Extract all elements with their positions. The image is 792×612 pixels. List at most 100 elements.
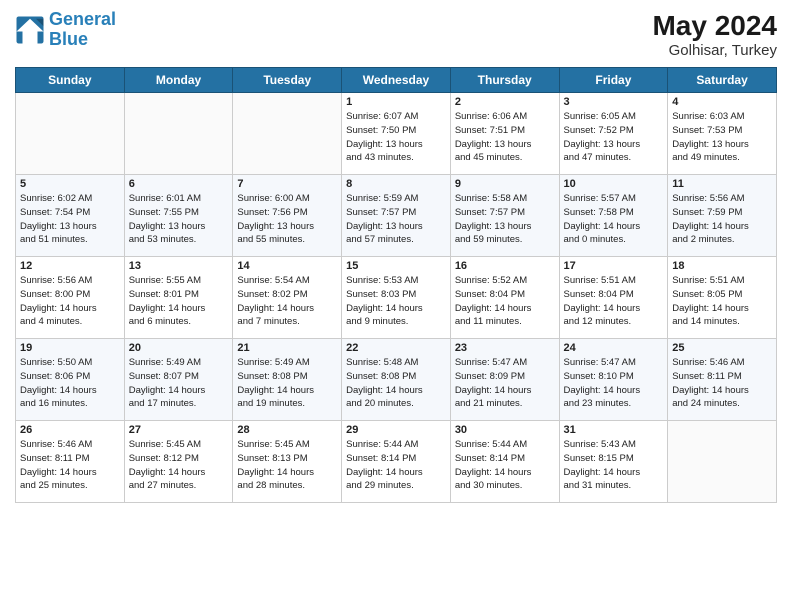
calendar-cell: 15Sunrise: 5:53 AMSunset: 8:03 PMDayligh… — [342, 257, 451, 339]
calendar-cell: 20Sunrise: 5:49 AMSunset: 8:07 PMDayligh… — [124, 339, 233, 421]
cell-line: Daylight: 14 hours — [346, 385, 423, 396]
calendar-cell: 31Sunrise: 5:43 AMSunset: 8:15 PMDayligh… — [559, 421, 668, 503]
calendar-cell: 12Sunrise: 5:56 AMSunset: 8:00 PMDayligh… — [16, 257, 125, 339]
cell-line: Sunset: 8:14 PM — [346, 453, 416, 464]
calendar-cell: 18 Sunrise: 5:51 AMSunset: 8:05 PMDayligh… — [668, 257, 777, 339]
day-number: 25 — [672, 342, 772, 354]
cell-line: Daylight: 14 hours — [237, 385, 314, 396]
day-number: 13 — [129, 260, 229, 272]
cell-line: Sunset: 7:57 PM — [346, 207, 416, 218]
cell-line: Daylight: 14 hours — [237, 303, 314, 314]
cell-line: Sunset: 7:54 PM — [20, 207, 90, 218]
calendar-cell: 29Sunrise: 5:44 AMSunset: 8:14 PMDayligh… — [342, 421, 451, 503]
calendar-cell: 16Sunrise: 5:52 AMSunset: 8:04 PMDayligh… — [450, 257, 559, 339]
cell-line: Sunset: 8:04 PM — [564, 289, 634, 300]
calendar-cell — [124, 93, 233, 175]
cell-content: Sunrise: 6:01 AMSunset: 7:55 PMDaylight:… — [129, 192, 229, 247]
cell-line: Daylight: 13 hours — [455, 139, 532, 150]
day-number: 2 — [455, 96, 555, 108]
day-number: 21 — [237, 342, 337, 354]
cell-line: and 30 minutes. — [455, 480, 523, 491]
calendar-cell: 11Sunrise: 5:56 AMSunset: 7:59 PMDayligh… — [668, 175, 777, 257]
cell-line: and 55 minutes. — [237, 234, 305, 245]
cell-content: Sunrise: 5:48 AMSunset: 8:08 PMDaylight:… — [346, 356, 446, 411]
cell-line: and 31 minutes. — [564, 480, 632, 491]
calendar-cell: 23 Sunrise: 5:47 AMSunset: 8:09 PMDayligh… — [450, 339, 559, 421]
cell-content: Sunrise: 6:00 AMSunset: 7:56 PMDaylight:… — [237, 192, 337, 247]
cell-line: Sunrise: 5:44 AM — [346, 439, 418, 450]
cell-line: Daylight: 14 hours — [20, 303, 97, 314]
day-number: 17 — [564, 260, 664, 272]
cell-line: Sunrise: 5:57 AM — [564, 193, 636, 204]
cell-line: and 11 minutes. — [455, 316, 522, 327]
cell-line: Daylight: 14 hours — [20, 467, 97, 478]
cell-content: Sunrise: 5:59 AMSunset: 7:57 PMDaylight:… — [346, 192, 446, 247]
calendar-cell: 10Sunrise: 5:57 AMSunset: 7:58 PMDayligh… — [559, 175, 668, 257]
cell-line: Sunrise: 5:58 AM — [455, 193, 527, 204]
cell-content: Sunrise: 6:03 AMSunset: 7:53 PMDaylight:… — [672, 110, 772, 165]
cell-content: Sunrise: 5:51 AMSunset: 8:05 PMDaylight:… — [672, 274, 772, 329]
cell-line: and 7 minutes. — [237, 316, 299, 327]
cell-line: Sunrise: 6:00 AM — [237, 193, 309, 204]
calendar-cell — [668, 421, 777, 503]
cell-line: Sunset: 8:07 PM — [129, 371, 199, 382]
calendar-cell: 22Sunrise: 5:48 AMSunset: 8:08 PMDayligh… — [342, 339, 451, 421]
cell-line: Sunset: 8:13 PM — [237, 453, 307, 464]
calendar-cell: 1Sunrise: 6:07 AMSunset: 7:50 PMDaylight… — [342, 93, 451, 175]
cell-content: Sunrise: 6:02 AMSunset: 7:54 PMDaylight:… — [20, 192, 120, 247]
month-year: May 2024 — [652, 10, 777, 42]
cell-line: Sunset: 8:00 PM — [20, 289, 90, 300]
day-number: 7 — [237, 178, 337, 190]
cell-line: Daylight: 14 hours — [20, 385, 97, 396]
calendar: SundayMondayTuesdayWednesdayThursdayFrid… — [15, 67, 777, 503]
cell-line: and 19 minutes. — [237, 398, 305, 409]
cell-line: Sunrise: 5:56 AM — [672, 193, 744, 204]
cell-content: Sunrise: 5:53 AMSunset: 8:03 PMDaylight:… — [346, 274, 446, 329]
calendar-cell — [16, 93, 125, 175]
day-number: 4 — [672, 96, 772, 108]
cell-line: Daylight: 13 hours — [564, 139, 641, 150]
weekday-header-saturday: Saturday — [668, 68, 777, 93]
cell-line: Daylight: 14 hours — [455, 385, 532, 396]
calendar-cell: 17Sunrise: 5:51 AMSunset: 8:04 PMDayligh… — [559, 257, 668, 339]
week-row-5: 26Sunrise: 5:46 AMSunset: 8:11 PMDayligh… — [16, 421, 777, 503]
cell-line: and 29 minutes. — [346, 480, 414, 491]
calendar-cell: 7 Sunrise: 6:00 AMSunset: 7:56 PMDaylight… — [233, 175, 342, 257]
cell-content: Sunrise: 5:47 AMSunset: 8:09 PMDaylight:… — [455, 356, 555, 411]
cell-line: Sunrise: 6:06 AM — [455, 111, 527, 122]
cell-line: Daylight: 13 hours — [346, 139, 423, 150]
cell-line: Sunrise: 5:49 AM — [237, 357, 309, 368]
cell-line: Sunrise: 5:50 AM — [20, 357, 92, 368]
calendar-cell: 28Sunrise: 5:45 AMSunset: 8:13 PMDayligh… — [233, 421, 342, 503]
calendar-cell: 25Sunrise: 5:46 AMSunset: 8:11 PMDayligh… — [668, 339, 777, 421]
cell-line: Sunset: 8:03 PM — [346, 289, 416, 300]
day-number: 5 — [20, 178, 120, 190]
cell-line: Sunset: 7:58 PM — [564, 207, 634, 218]
calendar-cell: 13 Sunrise: 5:55 AMSunset: 8:01 PMDayligh… — [124, 257, 233, 339]
cell-line: and 45 minutes. — [455, 152, 523, 163]
calendar-body: 1Sunrise: 6:07 AMSunset: 7:50 PMDaylight… — [16, 93, 777, 503]
cell-line: Sunrise: 5:48 AM — [346, 357, 418, 368]
cell-content: Sunrise: 5:56 AMSunset: 8:00 PMDaylight:… — [20, 274, 120, 329]
cell-content: Sunrise: 5:55 AMSunset: 8:01 PMDaylight:… — [129, 274, 229, 329]
cell-line: Daylight: 14 hours — [346, 467, 423, 478]
cell-content: Sunrise: 5:46 AMSunset: 8:11 PMDaylight:… — [20, 438, 120, 493]
day-number: 8 — [346, 178, 446, 190]
calendar-cell: 26Sunrise: 5:46 AMSunset: 8:11 PMDayligh… — [16, 421, 125, 503]
cell-line: Sunrise: 5:49 AM — [129, 357, 201, 368]
day-number: 23 — [455, 342, 555, 354]
day-number: 6 — [129, 178, 229, 190]
day-number: 20 — [129, 342, 229, 354]
cell-line: Sunrise: 5:52 AM — [455, 275, 527, 286]
cell-line: Daylight: 13 hours — [129, 221, 206, 232]
cell-line: and 47 minutes. — [564, 152, 632, 163]
cell-line: and 59 minutes. — [455, 234, 523, 245]
cell-line: Daylight: 13 hours — [672, 139, 749, 150]
day-number: 18 — [672, 260, 772, 272]
cell-line: Sunrise: 5:51 AM — [564, 275, 636, 286]
calendar-cell: 5 Sunrise: 6:02 AMSunset: 7:54 PMDaylight… — [16, 175, 125, 257]
cell-line: Sunset: 8:05 PM — [672, 289, 742, 300]
cell-line: Sunset: 7:59 PM — [672, 207, 742, 218]
logo-general: General — [49, 9, 116, 29]
cell-line: Daylight: 14 hours — [672, 303, 749, 314]
